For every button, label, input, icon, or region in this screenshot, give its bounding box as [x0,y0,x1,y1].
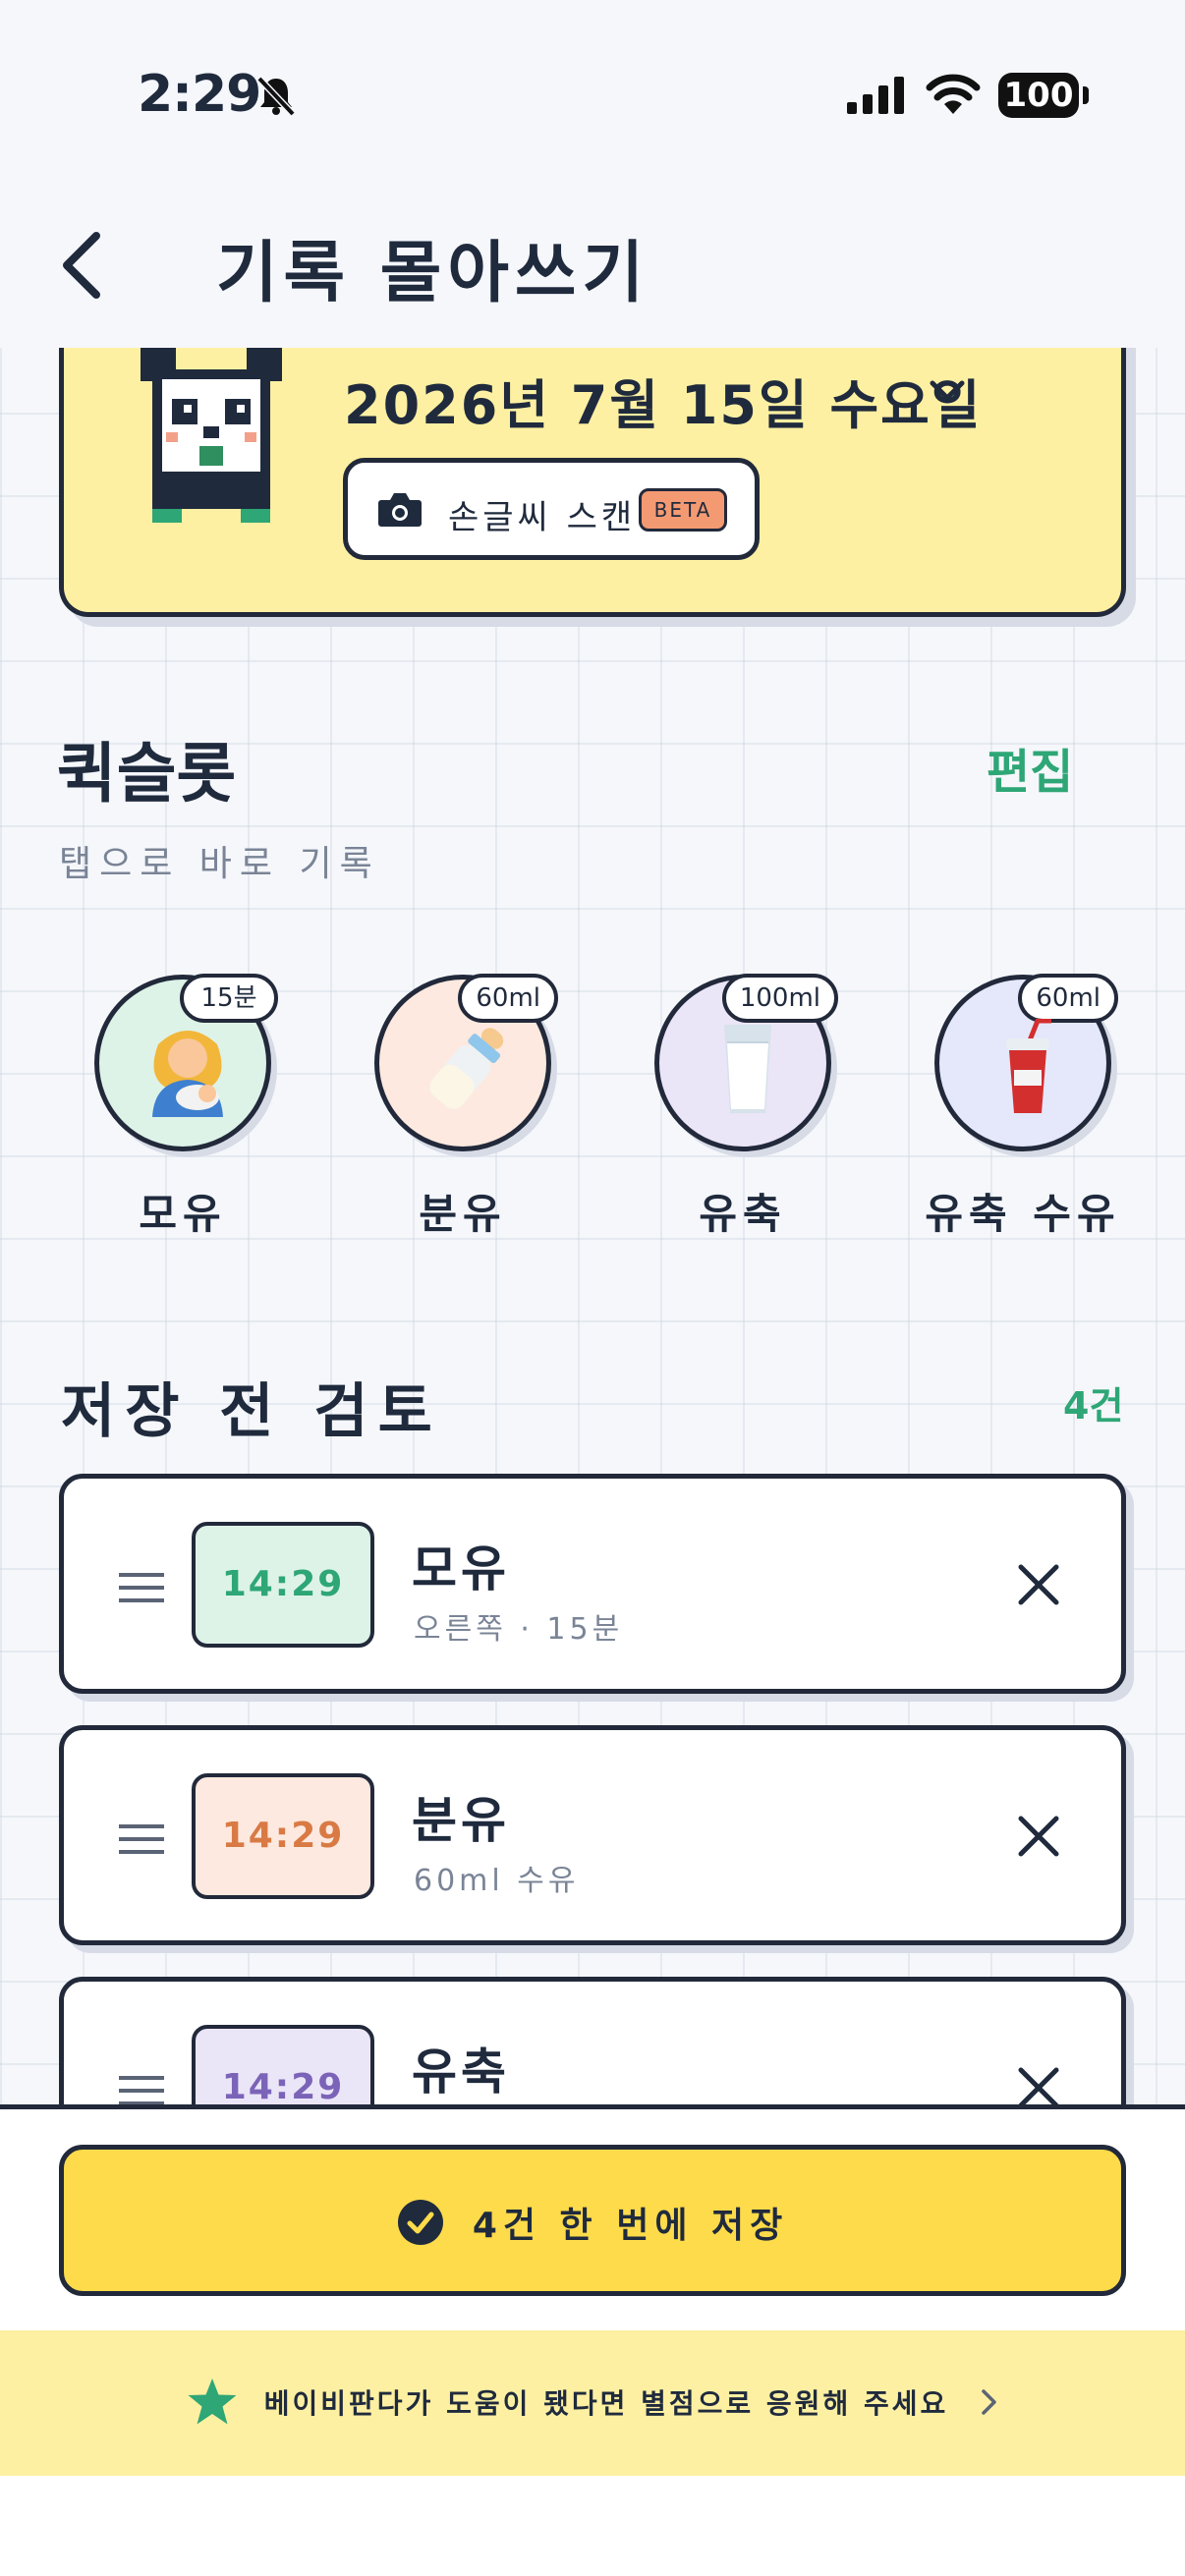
handwriting-scan-button[interactable]: 손글씨 스캔 BETA [343,458,760,560]
selected-date[interactable]: 2026년 7월 15일 수요일 [344,362,983,439]
slot-badge: 100ml [721,974,838,1023]
quickslot-pumping[interactable]: 100ml 유축 [654,974,838,1241]
camera-icon [378,493,422,527]
back-chevron-icon[interactable] [55,228,110,303]
rating-banner-text: 베이비판다가 도움이 됐다면 별점으로 응원해 주세요 [263,2387,949,2420]
drag-handle-icon[interactable] [117,1571,166,1604]
slot-label: 유축 수유 [925,1190,1121,1238]
panda-mascot-icon [141,348,282,523]
review-item[interactable]: 14:29 분유 60ml 수유 [59,1725,1126,1945]
chevron-right-icon [982,2389,997,2415]
page-title: 기록 몰아쓰기 [216,235,650,312]
save-all-label: 4건 한 번에 저장 [472,2206,789,2246]
cellular-signal-icon [847,77,904,114]
time-badge[interactable]: 14:29 [192,1773,374,1899]
slot-circle[interactable]: 60ml [374,974,558,1151]
save-all-button[interactable]: 4건 한 번에 저장 [59,2145,1126,2296]
slot-badge: 60ml [458,974,558,1023]
time-badge[interactable]: 14:29 [192,1522,374,1648]
item-name: 모유 [412,1540,510,1597]
quickslot-subtitle: 탭으로 바로 기록 [59,844,380,884]
milk-glass-icon [724,1025,771,1113]
slot-label: 유축 [699,1190,787,1238]
check-circle-icon [397,2200,443,2245]
close-icon[interactable] [1017,2066,1060,2109]
slot-badge: 60ml [1018,974,1118,1023]
review-count: 4건 [1063,1384,1124,1428]
close-icon[interactable] [1017,1815,1060,1858]
beta-badge: BETA [639,488,727,532]
item-detail: 60ml 수유 [414,1864,580,1898]
slot-circle[interactable]: 15분 [94,974,278,1151]
wifi-icon [926,74,981,114]
bottom-action-bar: 4건 한 번에 저장 [0,2104,1185,2330]
slot-label: 모유 [139,1190,227,1238]
cup-with-straw-icon [1006,1019,1051,1113]
baby-bottle-icon [429,1028,504,1109]
rating-banner[interactable]: 베이비판다가 도움이 됐다면 별점으로 응원해 주세요 [0,2330,1185,2476]
status-time: 2:29 [138,65,261,124]
chevron-down-icon[interactable] [929,379,966,403]
item-detail: 오른쪽 · 15분 [414,1612,624,1647]
quickslot-title: 퀵슬롯 [57,736,237,812]
breastfeeding-icon [152,1031,223,1117]
review-title: 저장 전 검토 [61,1377,442,1446]
quickslot-pumped-feeding[interactable]: 60ml 유축 수유 [925,974,1118,1241]
close-icon[interactable] [1017,1563,1060,1606]
item-name: 유축 [412,2044,510,2100]
quickslot-edit-link[interactable]: 편집 [987,733,1073,802]
drag-handle-icon[interactable] [117,1822,166,1856]
bell-muted-icon [256,76,296,117]
scan-label: 손글씨 스캔 [448,498,637,537]
battery-indicator: 100 [998,73,1089,118]
slot-circle[interactable]: 60ml [934,974,1118,1151]
slot-label: 분유 [419,1190,507,1238]
slot-circle[interactable]: 100ml [654,974,838,1151]
slot-badge: 15분 [180,974,278,1023]
review-item[interactable]: 14:29 모유 오른쪽 · 15분 [59,1474,1126,1694]
drag-handle-icon[interactable] [117,2074,166,2107]
item-name: 분유 [412,1792,510,1849]
top-bar: 2:29 100 기록 몰아쓰기 [0,0,1185,348]
footer-spacer [0,2476,1185,2576]
quickslot-breastfeeding[interactable]: 15분 모유 [94,974,278,1241]
star-icon [188,2379,237,2425]
status-bar: 2:29 100 [0,0,1185,196]
quickslot-formula[interactable]: 60ml 분유 [374,974,558,1241]
